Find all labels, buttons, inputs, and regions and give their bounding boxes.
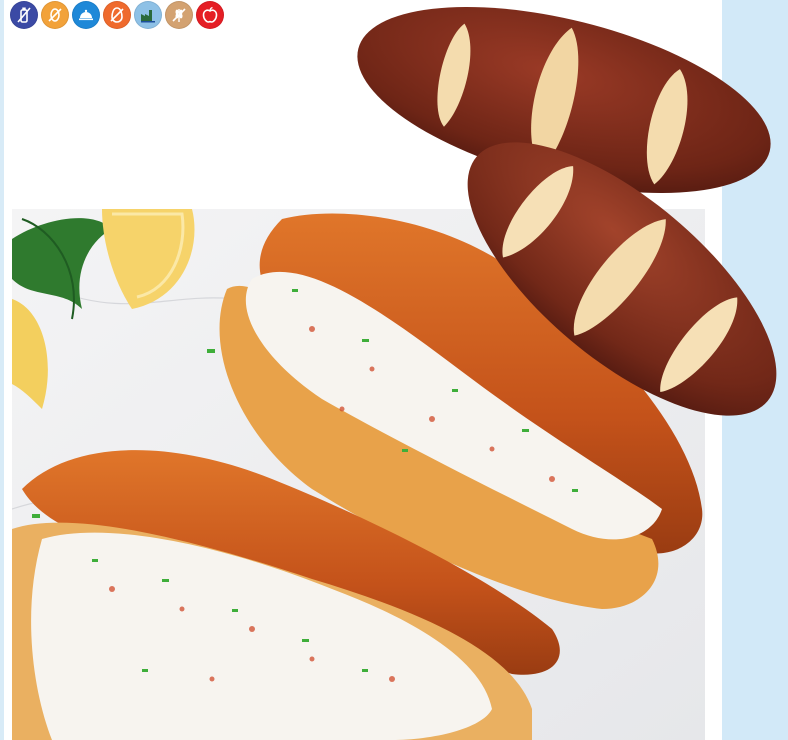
no-egg-badge[interactable] <box>103 1 131 29</box>
egg-slash-icon <box>110 7 124 23</box>
pretzel-rolls-image <box>350 5 788 445</box>
cloche-icon <box>79 9 93 21</box>
nut-slash-icon <box>48 8 62 22</box>
page-left-edge <box>0 0 4 740</box>
apple-icon <box>202 6 218 23</box>
no-dairy-badge[interactable] <box>10 1 38 29</box>
bakery-badge[interactable] <box>134 1 162 29</box>
factory-icon <box>141 10 155 23</box>
bottle-slash-icon <box>17 7 31 23</box>
no-gluten-badge[interactable] <box>165 1 193 29</box>
dietary-badges <box>10 1 224 29</box>
wheat-slash-icon <box>172 8 186 22</box>
no-nuts-badge[interactable] <box>41 1 69 29</box>
healthy-badge[interactable] <box>196 1 224 29</box>
foodservice-badge[interactable] <box>72 1 100 29</box>
